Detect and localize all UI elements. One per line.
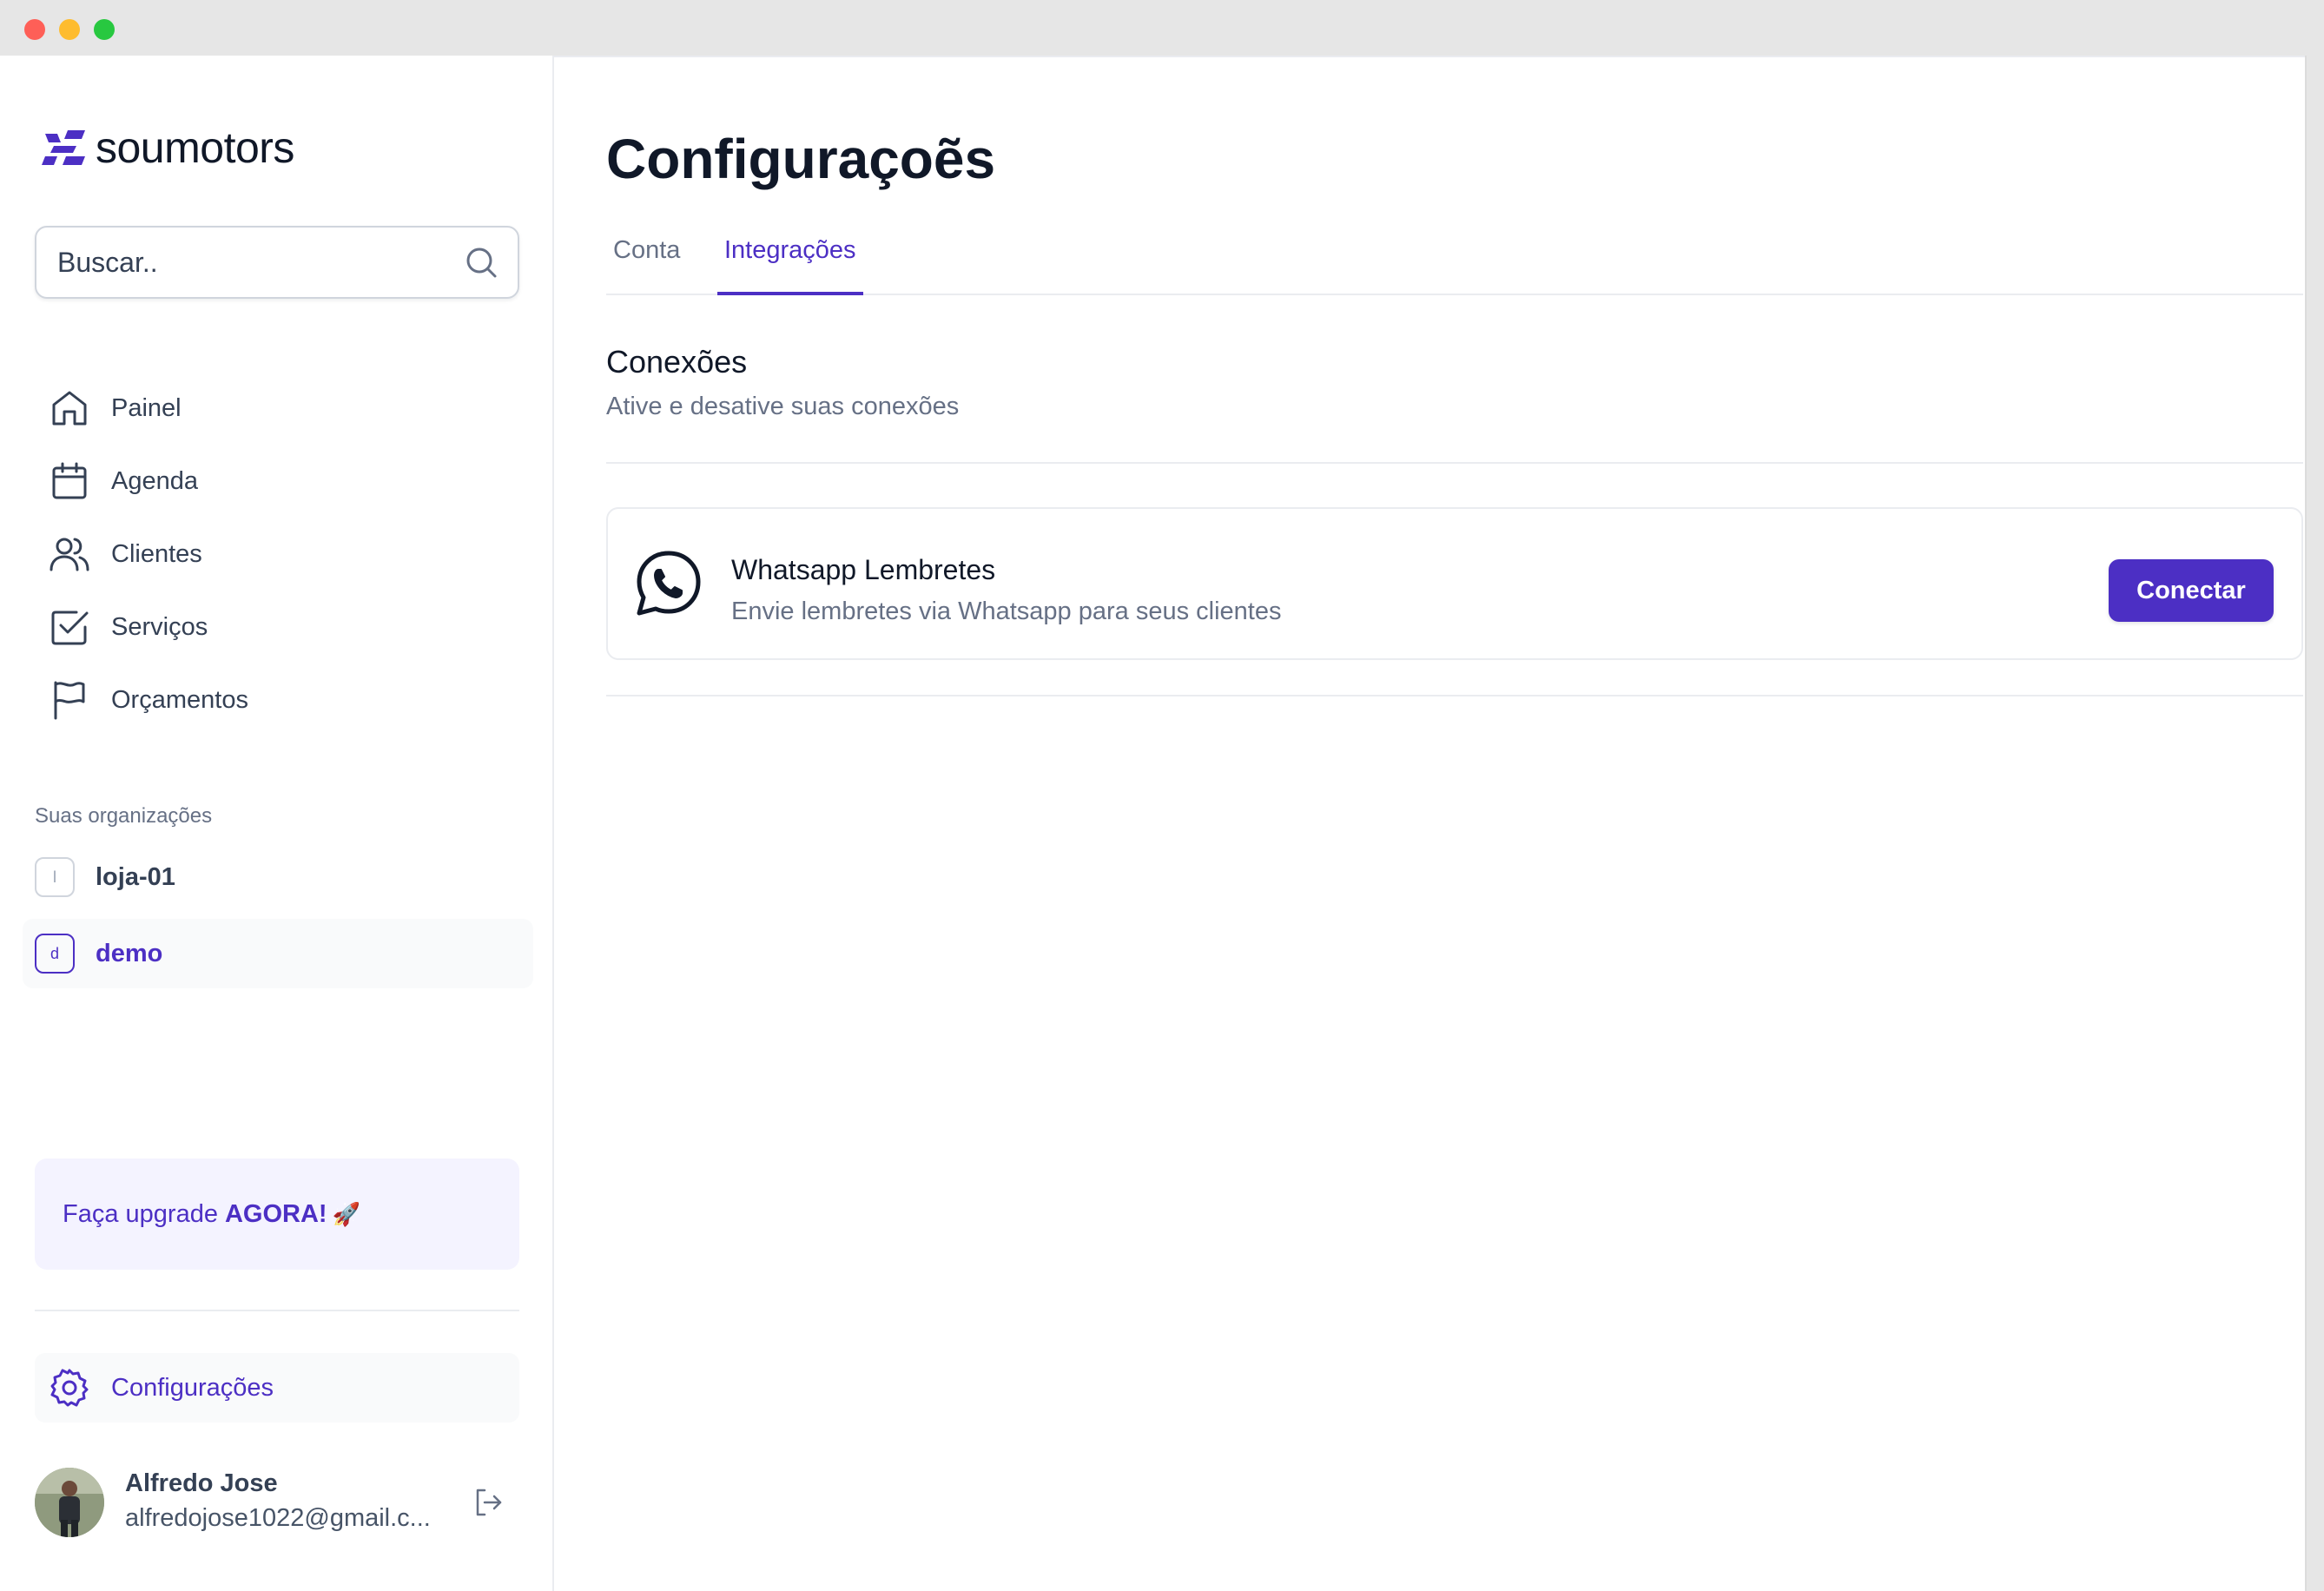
gear-icon	[50, 1369, 89, 1407]
connect-button[interactable]: Conectar	[2109, 559, 2274, 622]
flag-icon	[54, 681, 85, 720]
nav-item-label: Agenda	[111, 466, 198, 495]
home-icon	[52, 391, 87, 426]
nav-item-label: Painel	[111, 393, 182, 422]
search-input[interactable]	[57, 228, 457, 297]
window-maximize-button[interactable]	[94, 19, 115, 40]
avatar-image	[35, 1468, 104, 1537]
content-divider	[606, 695, 2303, 696]
users-icon	[50, 538, 89, 571]
search-box[interactable]	[35, 226, 519, 299]
section-subtitle: Ative e desative suas conexões	[606, 393, 960, 420]
search-icon[interactable]	[464, 245, 498, 280]
nav-item-configuracoes[interactable]: Configurações	[35, 1353, 519, 1423]
settings-label: Configurações	[111, 1373, 274, 1402]
avatar[interactable]	[35, 1468, 104, 1537]
org-initial-badge: l	[35, 857, 75, 897]
integration-description: Envie lembretes via Whatsapp para seus c…	[731, 597, 1282, 625]
nav-item-agenda[interactable]: Agenda	[35, 445, 519, 518]
integration-card-whatsapp: Whatsapp Lembretes Envie lembretes via W…	[606, 507, 2303, 660]
window-titlebar	[0, 0, 2324, 56]
user-name: Alfredo Jose	[125, 1469, 278, 1497]
brand-logo[interactable]: soumotors	[42, 122, 294, 174]
user-email: alfredojose1022@gmail.c...	[125, 1504, 431, 1532]
nav-item-clientes[interactable]: Clientes	[35, 518, 519, 591]
app-window: soumotors Painel Agenda	[0, 56, 2324, 1591]
logout-icon[interactable]	[472, 1487, 504, 1518]
soumotors-logo-icon	[42, 130, 85, 165]
org-item-demo[interactable]: d demo	[23, 919, 533, 988]
window-close-button[interactable]	[24, 19, 45, 40]
nav-item-label: Clientes	[111, 539, 202, 568]
user-profile: Alfredo Jose alfredojose1022@gmail.c...	[35, 1466, 519, 1539]
window-edge	[2305, 56, 2324, 1591]
org-item-loja-01[interactable]: l loja-01	[23, 842, 533, 912]
nav-item-label: Orçamentos	[111, 685, 248, 714]
integration-title: Whatsapp Lembretes	[731, 554, 996, 585]
whatsapp-icon	[637, 551, 701, 616]
org-name: loja-01	[96, 862, 175, 891]
settings-tabs: Conta Integrações	[606, 231, 2303, 295]
sidebar-divider	[35, 1310, 519, 1311]
page-title: Configuraçoẽs	[606, 128, 996, 190]
upgrade-banner[interactable]: Faça upgrade AGORA! 🚀	[35, 1159, 519, 1270]
calendar-icon	[52, 462, 87, 499]
sidebar: soumotors Painel Agenda	[0, 56, 554, 1591]
nav-item-painel[interactable]: Painel	[35, 372, 519, 445]
main-content: Configuraçoẽs Conta Integrações Conexões…	[554, 56, 2305, 1591]
organizations-heading: Suas organizações	[35, 804, 213, 828]
section-divider	[606, 462, 2303, 464]
window-minimize-button[interactable]	[59, 19, 80, 40]
upgrade-emphasis: AGORA!	[224, 1199, 327, 1228]
org-initial-badge: d	[35, 934, 75, 974]
upgrade-text: Faça upgrade	[63, 1199, 218, 1228]
check-square-icon	[51, 611, 89, 645]
tab-conta[interactable]: Conta	[606, 231, 687, 295]
org-name: demo	[96, 939, 163, 967]
nav-item-label: Serviços	[111, 612, 208, 641]
nav-item-servicos[interactable]: Serviços	[35, 591, 519, 663]
rocket-icon: 🚀	[332, 1200, 360, 1227]
main-nav: Painel Agenda Clientes Serviços Orçament…	[35, 372, 519, 736]
brand-name: soumotors	[96, 123, 294, 172]
nav-item-orcamentos[interactable]: Orçamentos	[35, 663, 519, 736]
section-title: Conexões	[606, 344, 748, 380]
tab-integracoes[interactable]: Integrações	[717, 231, 863, 295]
